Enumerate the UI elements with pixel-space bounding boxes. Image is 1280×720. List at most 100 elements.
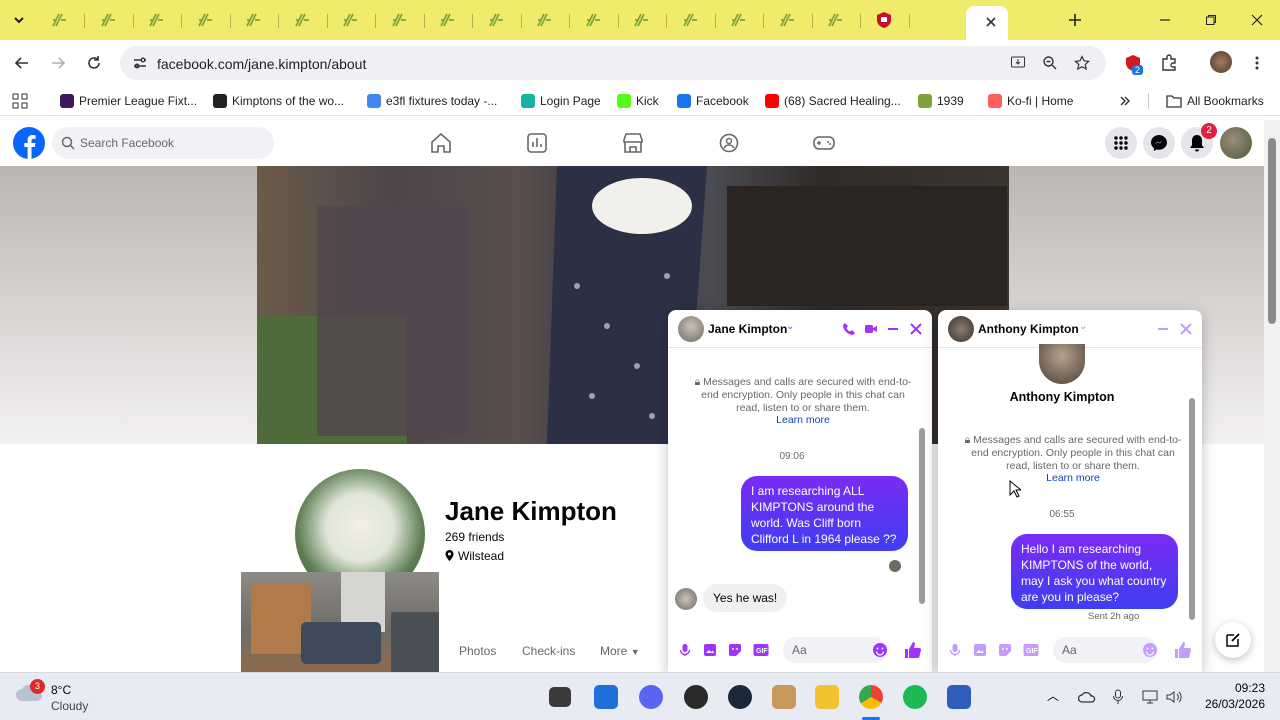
- chat-scrollbar-thumb[interactable]: [1189, 398, 1195, 620]
- bookmark-item[interactable]: Premier League Fixt...: [60, 92, 197, 110]
- bookmark-item[interactable]: Ko-fi | Home: [988, 92, 1073, 110]
- taskbar-outlook[interactable]: [594, 685, 618, 709]
- tab-check-ins[interactable]: Check-ins: [522, 644, 575, 658]
- taskbar-app-circle[interactable]: [684, 685, 708, 709]
- browser-tab[interactable]: [824, 9, 846, 31]
- reload-button[interactable]: [83, 52, 105, 74]
- chevron-down-icon[interactable]: ⌄: [786, 321, 794, 332]
- microphone-icon[interactable]: [948, 643, 962, 657]
- browser-tab[interactable]: [194, 9, 216, 31]
- bookmark-item[interactable]: (68) Sacred Healing...: [765, 92, 901, 110]
- browser-tab[interactable]: [291, 9, 313, 31]
- taskbar-task-view[interactable]: [549, 687, 571, 707]
- bookmark-item[interactable]: Kick: [617, 92, 659, 110]
- onedrive-cloud-icon[interactable]: [1078, 690, 1096, 704]
- gif-icon[interactable]: GIF: [1023, 643, 1039, 657]
- bookmark-item[interactable]: Login Page: [521, 92, 601, 110]
- contact-profile-picture[interactable]: [1039, 344, 1085, 384]
- nav-dashboard[interactable]: [526, 133, 548, 153]
- url-text[interactable]: facebook.com/jane.kimpton/about: [157, 56, 366, 72]
- nav-groups[interactable]: [718, 133, 740, 153]
- browser-tab[interactable]: [388, 9, 410, 31]
- taskbar-file-explorer[interactable]: [815, 685, 839, 709]
- chat-contact-name[interactable]: Anthony Kimpton: [978, 322, 1079, 336]
- nav-marketplace[interactable]: [622, 133, 644, 153]
- page-scrollbar[interactable]: [1264, 120, 1280, 672]
- video-call-icon[interactable]: [864, 322, 878, 336]
- facebook-search[interactable]: Search Facebook: [52, 127, 274, 159]
- tray-chevron-up-icon[interactable]: ︿: [1047, 687, 1059, 704]
- forward-button[interactable]: [47, 52, 69, 74]
- microphone-icon[interactable]: [1112, 689, 1124, 705]
- menu-grid-button[interactable]: [1105, 127, 1137, 159]
- phone-icon[interactable]: [842, 322, 856, 336]
- new-message-button[interactable]: [1215, 622, 1251, 658]
- extension-shield-button[interactable]: 2: [1122, 52, 1144, 75]
- facebook-logo-icon[interactable]: [13, 127, 45, 159]
- browser-tab[interactable]: [873, 9, 895, 31]
- image-icon[interactable]: [973, 643, 987, 657]
- thumbs-up-icon[interactable]: [1174, 641, 1192, 659]
- microphone-icon[interactable]: [678, 643, 692, 657]
- weather-widget[interactable]: 3 8°C Cloudy: [14, 679, 88, 713]
- restore-button[interactable]: [1200, 9, 1222, 31]
- learn-more-link[interactable]: Learn more: [960, 472, 1186, 484]
- taskbar-discord[interactable]: [639, 685, 663, 709]
- all-bookmarks-button[interactable]: All Bookmarks: [1166, 92, 1264, 110]
- bookmark-item[interactable]: Facebook: [677, 92, 749, 110]
- account-avatar[interactable]: [1220, 127, 1252, 159]
- minimize-button[interactable]: [1154, 9, 1176, 31]
- chat-contact-name[interactable]: Jane Kimpton: [708, 322, 787, 336]
- minimize-icon[interactable]: [1157, 323, 1169, 335]
- star-icon[interactable]: [1074, 55, 1090, 71]
- tab-photos[interactable]: Photos: [459, 644, 496, 658]
- bookmark-item[interactable]: 1939: [918, 92, 964, 110]
- browser-tab[interactable]: [727, 9, 749, 31]
- chevron-down-icon[interactable]: ⌄: [1079, 321, 1087, 332]
- chat-avatar[interactable]: [948, 316, 974, 342]
- system-clock[interactable]: 09:23 26/03/2026: [1195, 681, 1265, 711]
- tab-search-button[interactable]: [8, 9, 30, 31]
- browser-tab[interactable]: [97, 9, 119, 31]
- minimize-icon[interactable]: [887, 323, 899, 335]
- address-bar[interactable]: facebook.com/jane.kimpton/about: [120, 46, 1106, 80]
- browser-tab[interactable]: [679, 9, 701, 31]
- outgoing-message[interactable]: Hello I am researching KIMPTONS of the w…: [1011, 534, 1178, 609]
- bookmark-item[interactable]: Kimptons of the wo...: [213, 92, 344, 110]
- new-tab-button[interactable]: [1064, 9, 1086, 31]
- gif-icon[interactable]: GIF: [753, 643, 769, 657]
- network-icon[interactable]: [1142, 690, 1158, 704]
- volume-icon[interactable]: [1166, 690, 1182, 704]
- sticker-icon[interactable]: [998, 643, 1012, 657]
- learn-more-link[interactable]: Learn more: [690, 414, 916, 426]
- browser-tab[interactable]: [339, 9, 361, 31]
- taskbar-chrome[interactable]: [859, 685, 883, 709]
- close-icon[interactable]: [1180, 323, 1192, 335]
- browser-tab[interactable]: [630, 9, 652, 31]
- sticker-icon[interactable]: [728, 643, 742, 657]
- thumbs-up-icon[interactable]: [904, 641, 922, 659]
- image-icon[interactable]: [703, 643, 717, 657]
- messenger-button[interactable]: [1143, 127, 1175, 159]
- browser-tab[interactable]: [48, 9, 70, 31]
- taskbar-spotify[interactable]: [903, 685, 927, 709]
- browser-tab[interactable]: [436, 9, 458, 31]
- back-button[interactable]: [11, 52, 33, 74]
- zoom-icon[interactable]: [1042, 55, 1058, 71]
- nav-gaming[interactable]: [813, 133, 835, 153]
- profile-avatar[interactable]: [1210, 51, 1232, 73]
- browser-tab[interactable]: [533, 9, 555, 31]
- chat-scrollbar-thumb[interactable]: [919, 428, 925, 604]
- taskbar-app-blue[interactable]: [947, 685, 971, 709]
- site-info-icon[interactable]: [132, 55, 148, 71]
- outgoing-message[interactable]: I am researching ALL KIMPTONS around the…: [741, 476, 908, 551]
- incoming-message[interactable]: Yes he was!: [703, 584, 788, 612]
- browser-tab[interactable]: [776, 9, 798, 31]
- chat-header[interactable]: Anthony Kimpton ⌄: [938, 310, 1202, 348]
- page-scrollbar-thumb[interactable]: [1268, 138, 1276, 324]
- browser-tab[interactable]: [145, 9, 167, 31]
- install-app-icon[interactable]: [1010, 55, 1026, 71]
- nav-home[interactable]: [430, 133, 452, 153]
- taskbar-steam[interactable]: [728, 685, 752, 709]
- bookmarks-overflow-button[interactable]: [1119, 92, 1131, 110]
